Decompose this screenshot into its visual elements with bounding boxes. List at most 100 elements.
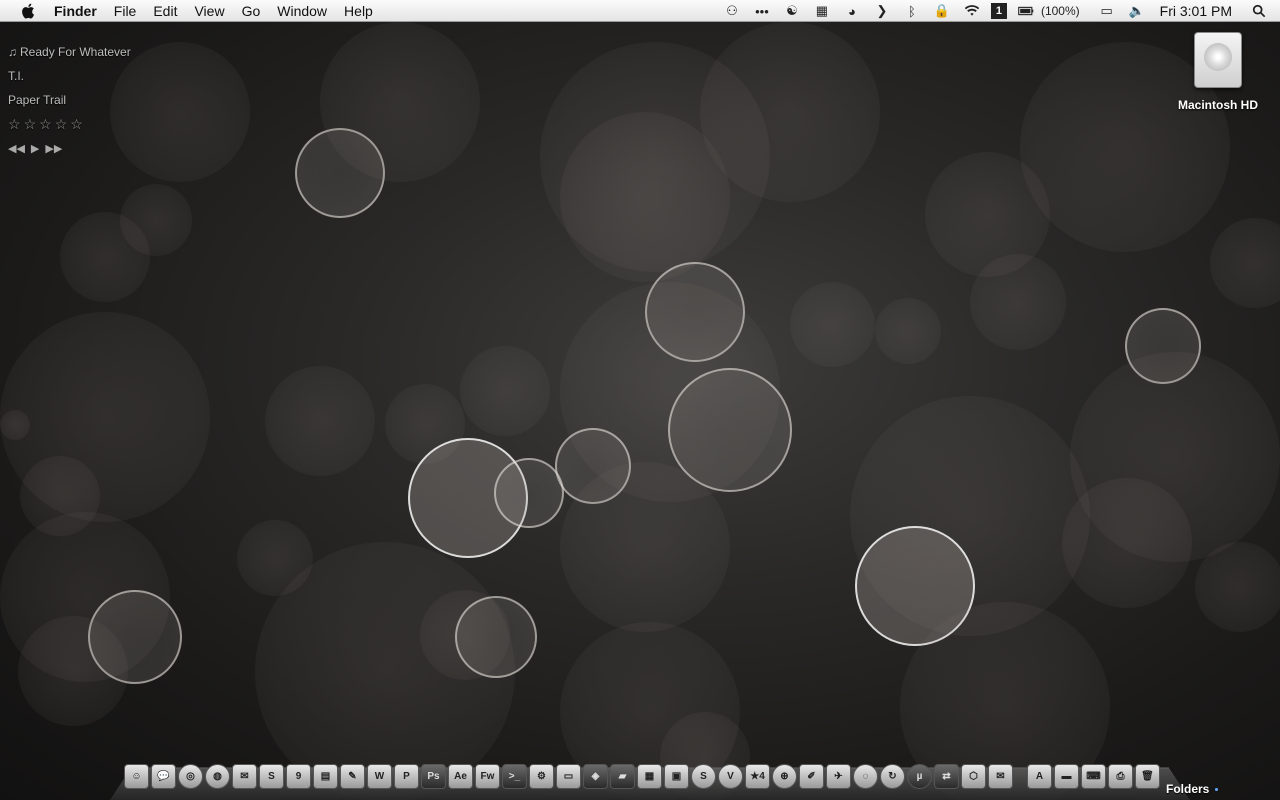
menu-help[interactable]: Help — [344, 3, 373, 19]
star-icon[interactable]: ☆ — [39, 116, 55, 132]
bokeh-circle — [494, 458, 564, 528]
vlc-icon[interactable]: V — [718, 764, 743, 789]
bokeh-circle — [120, 184, 192, 256]
dots-icon[interactable]: ••• — [751, 3, 773, 19]
terminal-icon[interactable]: >_ — [502, 764, 527, 789]
bokeh-circle — [455, 596, 537, 678]
hard-drive-icon[interactable] — [1194, 32, 1242, 88]
bokeh-circle — [790, 282, 875, 367]
chevron-icon[interactable]: ❯ — [871, 3, 893, 19]
bokeh-circle — [1195, 542, 1280, 632]
track-title: Ready For Whatever — [20, 45, 131, 59]
truck-icon[interactable]: ▬ — [1054, 764, 1079, 789]
bluetooth-icon[interactable]: ᛒ — [901, 3, 923, 19]
menu-window[interactable]: Window — [277, 3, 327, 19]
word-icon[interactable]: W — [367, 764, 392, 789]
now-playing-widget: ♫ Ready For Whatever T.I. Paper Trail ☆☆☆… — [8, 44, 131, 155]
star-icon[interactable]: ☆ — [8, 116, 24, 132]
stamp-icon[interactable]: ✉ — [988, 764, 1013, 789]
speech-icon[interactable]: ◌ — [853, 764, 878, 789]
apple-icon[interactable] — [20, 2, 38, 20]
menu-go[interactable]: Go — [242, 3, 261, 19]
menu-bar: Finder File Edit View Go Window Help ⚇ •… — [0, 0, 1280, 22]
finder-icon[interactable]: ☺ — [124, 764, 149, 789]
lock-icon[interactable]: 🔒 — [931, 3, 953, 19]
star-icon[interactable]: ☆ — [55, 116, 71, 132]
firefox-icon[interactable]: ◍ — [205, 764, 230, 789]
drive-icon[interactable]: ▭ — [556, 764, 581, 789]
menu-file[interactable]: File — [114, 3, 137, 19]
safari-icon[interactable]: ◎ — [178, 764, 203, 789]
utorrent-icon[interactable]: µ — [907, 764, 932, 789]
folders-label[interactable]: Folders — [1166, 782, 1209, 796]
mail-icon[interactable]: ✉ — [232, 764, 257, 789]
next-icon[interactable]: ▶▶ — [45, 142, 62, 155]
pie-icon[interactable]: ◕ — [841, 3, 863, 19]
trash-icon[interactable]: 🗑 — [1135, 764, 1160, 789]
tablet-icon[interactable]: ▰ — [610, 764, 635, 789]
bokeh-circle — [560, 462, 730, 632]
volume-icon[interactable]: 🔈 — [1126, 3, 1148, 19]
display-icon[interactable]: ▭ — [1096, 3, 1118, 19]
aftereffects-icon[interactable]: Ae — [448, 764, 473, 789]
transmit-icon[interactable]: ⇄ — [934, 764, 959, 789]
dock-icons: ☺ 💬 ◎ ◍ ✉ S 9 ▤ ✎ W P Ps Ae Fw >_ ⚙ ▭ ◈ ▰ ▦ ▣ S V ★4 ⊕ ✐ ✈ ◌ ↻ µ ⇄ ⬡ ✉ A ▬… — [124, 764, 1160, 790]
notepad-icon[interactable]: ▤ — [313, 764, 338, 789]
drive-label[interactable]: Macintosh HD — [1172, 98, 1264, 112]
star-icon[interactable]: ☆ — [24, 116, 40, 132]
bokeh-circle — [265, 366, 375, 476]
network-icon[interactable]: ⬡ — [961, 764, 986, 789]
bokeh-circle — [1210, 218, 1280, 308]
pencil-icon[interactable]: ✐ — [799, 764, 824, 789]
bokeh-circle — [0, 410, 30, 440]
rating-stars[interactable]: ☆☆☆☆☆ — [8, 116, 131, 140]
now-playing-track-row: ♫ Ready For Whatever — [8, 44, 131, 68]
gear-icon[interactable]: ⚙ — [529, 764, 554, 789]
menu-finder[interactable]: Finder — [54, 3, 97, 19]
globe-icon[interactable]: ⊕ — [772, 764, 797, 789]
skype-alt-icon[interactable]: S — [259, 764, 284, 789]
bokeh-circle — [320, 22, 480, 182]
growl-icon[interactable]: ⚇ — [721, 3, 743, 19]
preview-icon[interactable]: ▣ — [664, 764, 689, 789]
bokeh-circle — [700, 22, 880, 202]
music-note-icon: ♫ — [8, 45, 17, 59]
ichat-icon[interactable]: 💬 — [151, 764, 176, 789]
desktop-wallpaper — [0, 22, 1280, 800]
artist-name: T.I. — [8, 69, 25, 83]
mailplane-icon[interactable]: ✈ — [826, 764, 851, 789]
running-indicator — [1215, 788, 1219, 792]
bokeh-circle — [110, 42, 250, 182]
menu-view[interactable]: View — [194, 3, 224, 19]
macintosh-hd-desktop-icon[interactable]: Macintosh HD — [1172, 32, 1264, 112]
wifi-icon[interactable] — [961, 3, 983, 19]
bokeh-circle — [460, 346, 550, 436]
star-icon[interactable]: ☆ — [70, 116, 86, 132]
battery-icon[interactable] — [1015, 3, 1037, 19]
brush-icon[interactable]: ✎ — [340, 764, 365, 789]
bokeh-circle — [970, 254, 1066, 350]
one-icon[interactable]: 1 — [990, 3, 1007, 19]
ical-icon[interactable]: 9 — [286, 764, 311, 789]
appstore-icon[interactable]: A — [1027, 764, 1052, 789]
yinyang-icon[interactable]: ☯ — [781, 3, 803, 19]
album-name: Paper Trail — [8, 93, 67, 107]
play-icon[interactable]: ▶ — [31, 142, 39, 155]
sync-icon[interactable]: ↻ — [880, 764, 905, 789]
spotlight-search-icon[interactable] — [1248, 3, 1270, 19]
star4-icon[interactable]: ★4 — [745, 764, 770, 789]
printer-icon[interactable]: ⎙ — [1108, 764, 1133, 789]
powerpoint-icon[interactable]: P — [394, 764, 419, 789]
bokeh-circle — [875, 298, 941, 364]
menu-edit[interactable]: Edit — [153, 3, 177, 19]
previous-icon[interactable]: ◀◀ — [8, 142, 25, 155]
menubar-clock[interactable]: Fri 3:01 PM — [1160, 3, 1232, 19]
gamepad-icon[interactable]: ◈ — [583, 764, 608, 789]
photoshop-icon[interactable]: Ps — [421, 764, 446, 789]
fireworks-icon[interactable]: Fw — [475, 764, 500, 789]
spaces-icon[interactable]: ▦ — [811, 3, 833, 19]
folders-stack-label[interactable]: Folders — [1166, 782, 1219, 796]
keyboard-icon[interactable]: ⌨ — [1081, 764, 1106, 789]
skype-icon[interactable]: S — [691, 764, 716, 789]
clipboard-icon[interactable]: ▦ — [637, 764, 662, 789]
